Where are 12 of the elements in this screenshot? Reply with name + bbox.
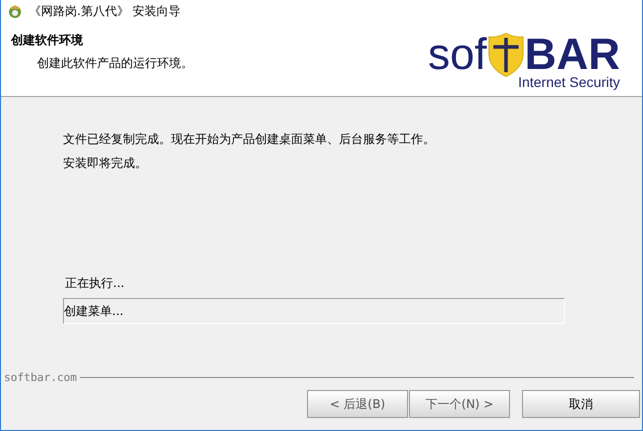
status-label: 正在执行... <box>65 275 126 292</box>
step-title: 创建软件环境 <box>11 32 84 49</box>
logo-text: sof <box>428 32 487 78</box>
app-icon <box>7 3 23 19</box>
wizard-button[interactable]: 取消 <box>522 390 640 418</box>
step-description: 创建此软件产品的运行环境。 <box>37 55 193 72</box>
status-field: 创建菜单... <box>63 298 565 324</box>
shield-icon <box>488 32 524 78</box>
info-text: 安装即将完成。 <box>63 155 148 172</box>
info-text: 文件已经复制完成。现在开始为产品创建桌面菜单、后台服务等工作。 <box>63 131 436 148</box>
brand-text: softbar.com <box>3 370 78 384</box>
window-title: 《网路岗.第八代》 安装向导 <box>29 2 181 20</box>
